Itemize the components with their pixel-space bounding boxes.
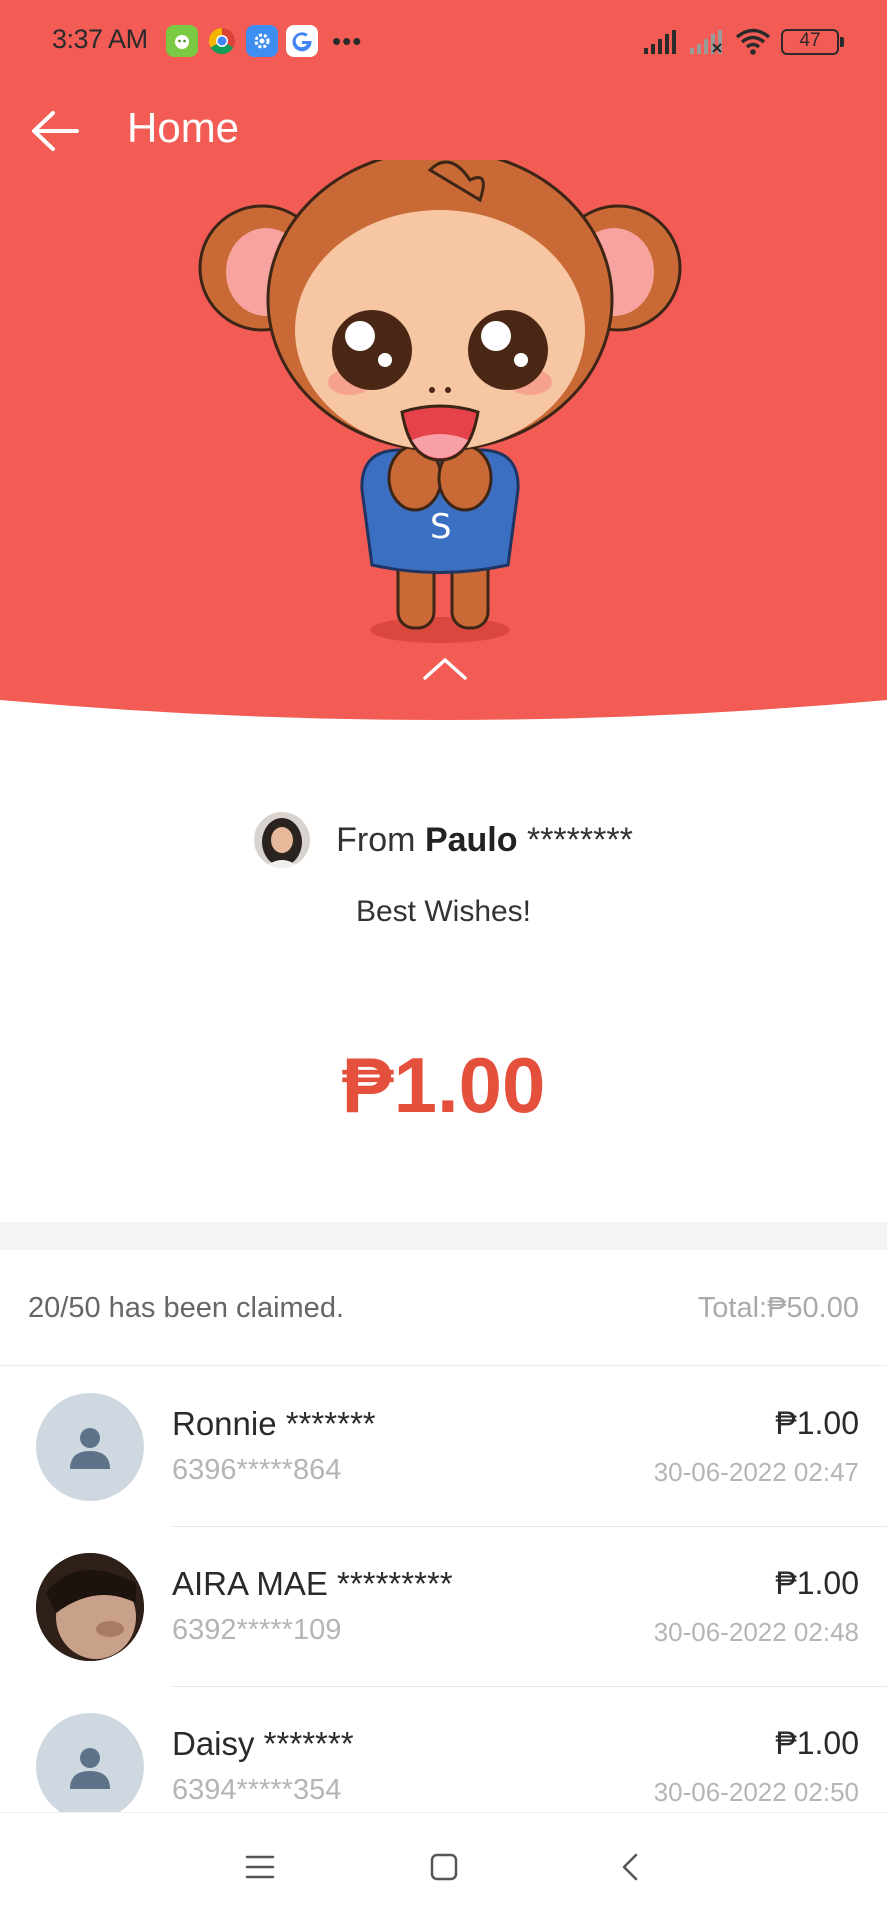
claim-amount: ₱1.00	[775, 1725, 859, 1761]
battery-level: 47	[799, 30, 821, 51]
status-time: 3:37 AM	[52, 24, 148, 54]
sender-info: From Paulo ********	[0, 800, 887, 880]
greeting-message: Best Wishes!	[355, 895, 532, 928]
red-envelope-header: 3:37 AM ••• 47 Home S	[0, 0, 887, 740]
page-title: Home	[127, 104, 240, 151]
claimed-count: 20/50 has been claimed.	[28, 1292, 344, 1324]
square-home-icon	[430, 1853, 458, 1881]
list-item: Ronnie ******* 6396*****864 ₱1.00 30-06-…	[0, 1367, 887, 1527]
collapse-button[interactable]	[415, 650, 475, 686]
status-notification-icons: •••	[166, 24, 362, 58]
monkey-mascot-illustration: S	[198, 160, 682, 643]
settings-app-icon	[246, 25, 278, 57]
list-item: AIRA MAE ********* 6392*****109 ₱1.00 30…	[0, 1527, 887, 1687]
chevron-up-icon	[423, 658, 467, 680]
menu-icon	[245, 1855, 275, 1879]
sender-name: Paulo	[424, 820, 518, 859]
wifi-icon	[735, 28, 771, 55]
sender-line: From Paulo ********	[336, 821, 633, 860]
system-back-button[interactable]	[600, 1841, 660, 1893]
avatar	[36, 1713, 144, 1821]
avatar	[36, 1393, 144, 1501]
more-notifications-icon: •••	[332, 25, 363, 56]
home-button[interactable]	[414, 1841, 474, 1893]
claimer-name: Ronnie *******	[172, 1405, 376, 1442]
claims-list: Ronnie ******* 6396*****864 ₱1.00 30-06-…	[0, 1367, 887, 1847]
claims-summary: 20/50 has been claimed. Total:₱50.00	[0, 1250, 887, 1366]
sender-avatar	[254, 812, 311, 868]
sender-prefix: From	[336, 820, 416, 859]
claimer-phone: 6392*****109	[172, 1614, 342, 1646]
person-icon	[70, 1428, 110, 1469]
system-navigation-bar	[0, 1812, 887, 1920]
signal-icon	[644, 30, 676, 54]
svg-text:S: S	[430, 507, 452, 547]
recents-button[interactable]	[230, 1841, 290, 1893]
sender-masked-name: ********	[526, 820, 633, 859]
status-system-icons: 47	[643, 26, 844, 58]
google-icon	[286, 25, 318, 57]
claim-amount: ₱1.00	[775, 1565, 859, 1601]
section-divider	[0, 1222, 887, 1250]
battery-icon: 47	[781, 29, 844, 55]
claimer-phone: 6394*****354	[172, 1774, 342, 1806]
person-icon	[70, 1748, 110, 1789]
avatar	[36, 1553, 144, 1661]
signal-no-icon	[690, 30, 722, 54]
claimer-name: Daisy *******	[172, 1725, 354, 1762]
claims-total: Total:₱50.00	[697, 1292, 859, 1324]
back-button[interactable]	[26, 102, 84, 160]
received-amount: ₱1.00	[341, 1041, 546, 1129]
claim-date: 30-06-2022 02:47	[653, 1457, 859, 1487]
chrome-icon	[206, 25, 238, 57]
chevron-left-icon	[622, 1853, 638, 1881]
claim-date: 30-06-2022 02:50	[653, 1777, 859, 1807]
back-arrow-icon	[32, 111, 79, 151]
claim-amount: ₱1.00	[775, 1405, 859, 1441]
claimer-name: AIRA MAE *********	[172, 1565, 453, 1602]
top-navigation: Home	[0, 96, 887, 166]
claim-date: 30-06-2022 02:48	[653, 1617, 859, 1647]
user-photo	[36, 1553, 144, 1661]
claimer-phone: 6396*****864	[172, 1454, 342, 1486]
dog-app-icon	[166, 25, 198, 57]
status-bar: 3:37 AM ••• 47	[0, 0, 887, 80]
